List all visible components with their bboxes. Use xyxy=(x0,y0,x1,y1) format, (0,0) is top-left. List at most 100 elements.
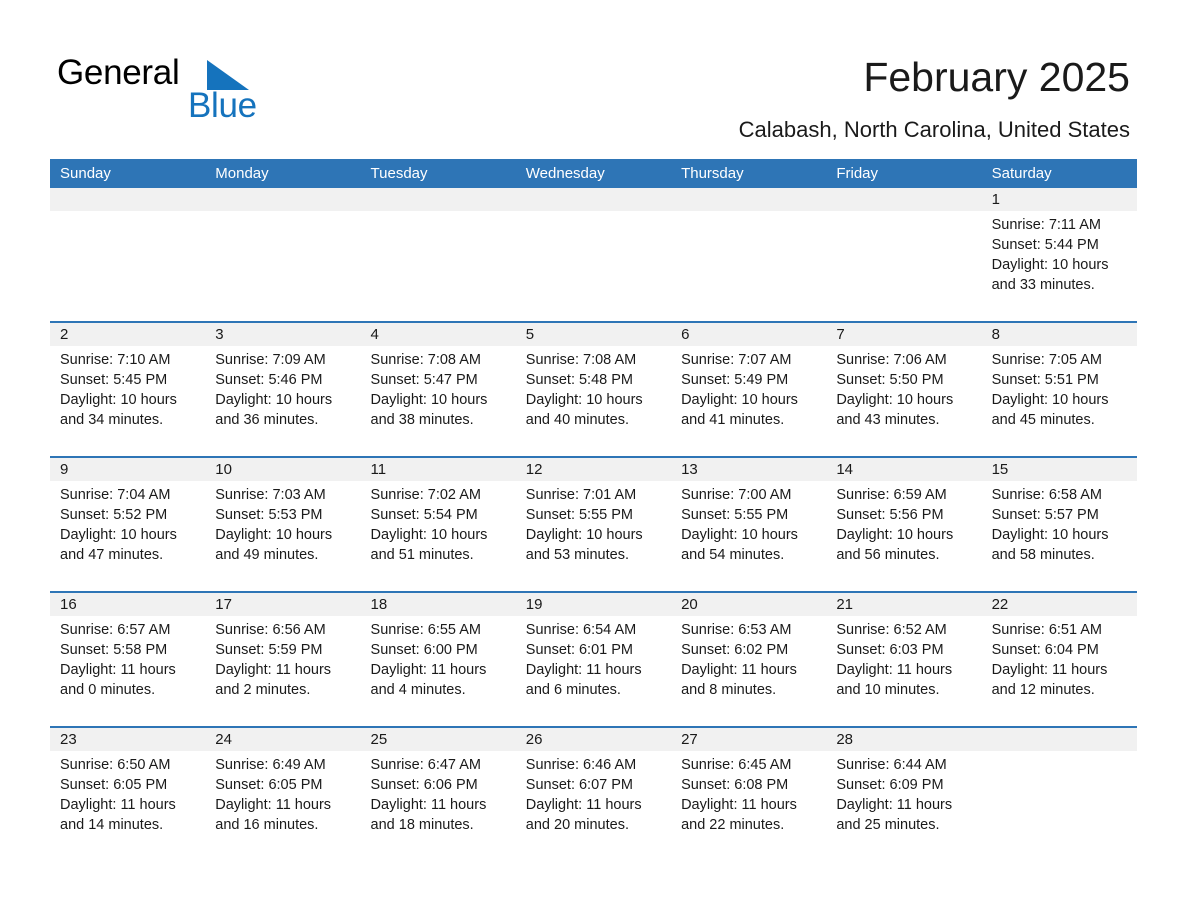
daylight-text: Daylight: 10 hours and 58 minutes. xyxy=(991,527,1109,563)
calendar-day-cell[interactable]: 3 Sunrise: 7:09 AM Sunset: 5:46 PM Daylight… xyxy=(205,323,361,456)
daylight-text: Daylight: 11 hours and 6 minutes. xyxy=(525,662,642,698)
daylight-text: Daylight: 11 hours and 0 minutes. xyxy=(60,662,176,698)
sunset-text: Sunset: 5:53 PM xyxy=(215,507,323,523)
sunrise-text: Sunrise: 7:01 AM xyxy=(525,487,637,503)
day-sun-info: Sunrise: 7:08 AM Sunset: 5:47 PM Daylight:… xyxy=(361,346,516,430)
calendar-day-cell[interactable]: 17 Sunrise: 6:56 AM Sunset: 5:59 PM Dayligh… xyxy=(205,593,361,726)
day-number: 5 xyxy=(515,323,672,346)
daylight-text: Daylight: 10 hours and 56 minutes. xyxy=(836,527,954,563)
sunrise-text: Sunrise: 6:54 AM xyxy=(525,622,637,638)
calendar-day-cell[interactable]: 6 Sunrise: 7:07 AM Sunset: 5:49 PM Daylight… xyxy=(671,323,827,456)
calendar-day-cell[interactable]: 7 Sunrise: 7:06 AM Sunset: 5:50 PM Daylight… xyxy=(826,323,982,456)
sunrise-text: Sunrise: 6:51 AM xyxy=(991,622,1103,638)
calendar-day-cell-empty xyxy=(981,728,1137,861)
calendar-day-cell[interactable]: 14 Sunrise: 6:59 AM Sunset: 5:56 PM Dayligh… xyxy=(826,458,982,591)
day-sun-info: Sunrise: 7:01 AM Sunset: 5:55 PM Daylight:… xyxy=(516,481,671,565)
daylight-text: Daylight: 11 hours and 2 minutes. xyxy=(215,662,332,698)
calendar-day-cell[interactable]: 15 Sunrise: 6:58 AM Sunset: 5:57 PM Dayligh… xyxy=(981,458,1137,591)
day-sun-info: Sunrise: 6:53 AM Sunset: 6:02 PM Daylight:… xyxy=(671,616,826,700)
day-sun-info: Sunrise: 6:58 AM Sunset: 5:57 PM Daylight:… xyxy=(982,481,1137,565)
day-sun-info: Sunrise: 6:47 AM Sunset: 6:06 PM Daylight:… xyxy=(361,751,516,835)
calendar-day-cell[interactable]: 19 Sunrise: 6:54 AM Sunset: 6:01 PM Dayligh… xyxy=(515,593,672,726)
daylight-text: Daylight: 11 hours and 22 minutes. xyxy=(681,797,797,833)
weekday-header-row: Sunday Monday Tuesday Wednesday Thursday Frid… xyxy=(50,159,1137,188)
day-number xyxy=(671,188,827,211)
sunrise-text: Sunrise: 6:44 AM xyxy=(836,757,947,773)
day-number: 17 xyxy=(205,593,361,616)
day-number: 10 xyxy=(205,458,361,481)
daylight-text: Daylight: 11 hours and 12 minutes. xyxy=(991,662,1108,698)
calendar-day-cell[interactable]: 24 Sunrise: 6:49 AM Sunset: 6:05 PM Dayligh… xyxy=(205,728,361,861)
day-number: 19 xyxy=(515,593,672,616)
calendar-day-cell[interactable]: 11 Sunrise: 7:02 AM Sunset: 5:54 PM Dayligh… xyxy=(360,458,516,591)
daylight-text: Daylight: 11 hours and 10 minutes. xyxy=(836,662,953,698)
day-number: 23 xyxy=(50,728,206,751)
calendar-day-cell[interactable]: 2 Sunrise: 7:10 AM Sunset: 5:45 PM Daylight… xyxy=(50,323,206,456)
sunrise-text: Sunrise: 7:06 AM xyxy=(836,352,947,368)
daylight-text: Daylight: 10 hours and 51 minutes. xyxy=(370,527,488,563)
daylight-text: Daylight: 10 hours and 54 minutes. xyxy=(681,527,798,563)
calendar-day-cell[interactable]: 23 Sunrise: 6:50 AM Sunset: 6:05 PM Dayligh… xyxy=(50,728,206,861)
day-sun-info: Sunrise: 7:07 AM Sunset: 5:49 PM Daylight:… xyxy=(671,346,826,430)
day-sun-info: Sunrise: 7:05 AM Sunset: 5:51 PM Daylight:… xyxy=(982,346,1137,430)
day-number: 1 xyxy=(981,188,1137,211)
logo-text-blue: Blue xyxy=(188,86,257,125)
sunrise-text: Sunrise: 7:03 AM xyxy=(215,487,326,503)
calendar-day-cell[interactable]: 18 Sunrise: 6:55 AM Sunset: 6:00 PM Dayligh… xyxy=(360,593,516,726)
sunrise-text: Sunrise: 6:52 AM xyxy=(836,622,947,638)
calendar-day-cell[interactable]: 26 Sunrise: 6:46 AM Sunset: 6:07 PM Dayligh… xyxy=(515,728,672,861)
calendar-day-cell[interactable]: 16 Sunrise: 6:57 AM Sunset: 5:58 PM Dayligh… xyxy=(50,593,206,726)
sunset-text: Sunset: 6:08 PM xyxy=(681,777,789,793)
day-number: 27 xyxy=(671,728,827,751)
sunrise-text: Sunrise: 7:05 AM xyxy=(991,352,1103,368)
calendar-day-cell[interactable]: 28 Sunrise: 6:44 AM Sunset: 6:09 PM Dayligh… xyxy=(826,728,982,861)
calendar-day-cell[interactable]: 4 Sunrise: 7:08 AM Sunset: 5:47 PM Daylight… xyxy=(360,323,516,456)
sunrise-text: Sunrise: 6:53 AM xyxy=(681,622,792,638)
sunset-text: Sunset: 5:44 PM xyxy=(991,237,1099,253)
calendar-day-cell[interactable]: 9 Sunrise: 7:04 AM Sunset: 5:52 PM Daylight… xyxy=(50,458,206,591)
day-sun-info: Sunrise: 6:51 AM Sunset: 6:04 PM Daylight:… xyxy=(982,616,1137,700)
calendar-day-cell[interactable]: 12 Sunrise: 7:01 AM Sunset: 5:55 PM Dayligh… xyxy=(515,458,672,591)
generalblue-logo[interactable]: General Blue xyxy=(57,52,377,125)
day-number: 13 xyxy=(671,458,827,481)
calendar-day-cell[interactable]: 13 Sunrise: 7:00 AM Sunset: 5:55 PM Dayligh… xyxy=(671,458,827,591)
calendar-day-cell[interactable]: 25 Sunrise: 6:47 AM Sunset: 6:06 PM Dayligh… xyxy=(360,728,516,861)
day-sun-info: Sunrise: 6:57 AM Sunset: 5:58 PM Daylight:… xyxy=(50,616,205,700)
calendar-day-cell-empty xyxy=(360,188,516,321)
calendar-day-cell[interactable]: 27 Sunrise: 6:45 AM Sunset: 6:08 PM Dayligh… xyxy=(671,728,827,861)
sunrise-text: Sunrise: 7:08 AM xyxy=(370,352,481,368)
sunrise-text: Sunrise: 6:55 AM xyxy=(370,622,481,638)
calendar-day-cell-empty xyxy=(671,188,827,321)
sunrise-text: Sunrise: 6:49 AM xyxy=(215,757,326,773)
page-title: February 2025 xyxy=(863,54,1130,100)
day-sun-info: Sunrise: 7:00 AM Sunset: 5:55 PM Daylight:… xyxy=(671,481,826,565)
day-sun-info: Sunrise: 6:54 AM Sunset: 6:01 PM Daylight:… xyxy=(516,616,671,700)
calendar-day-cell[interactable]: 5 Sunrise: 7:08 AM Sunset: 5:48 PM Daylight… xyxy=(515,323,672,456)
calendar-day-cell[interactable]: 8 Sunrise: 7:05 AM Sunset: 5:51 PM Daylight… xyxy=(981,323,1137,456)
daylight-text: Daylight: 11 hours and 16 minutes. xyxy=(215,797,332,833)
sunset-text: Sunset: 5:45 PM xyxy=(60,372,168,388)
calendar-day-cell[interactable]: 22 Sunrise: 6:51 AM Sunset: 6:04 PM Dayligh… xyxy=(981,593,1137,726)
calendar-day-cell[interactable]: 10 Sunrise: 7:03 AM Sunset: 5:53 PM Dayligh… xyxy=(205,458,361,591)
weekday-header-tuesday: Tuesday xyxy=(370,165,428,182)
sunrise-text: Sunrise: 7:11 AM xyxy=(991,217,1101,233)
day-number: 11 xyxy=(360,458,516,481)
sunrise-text: Sunrise: 7:09 AM xyxy=(215,352,326,368)
calendar-page: General Blue February 2025 Calabash, Nor… xyxy=(0,0,1188,918)
sunrise-text: Sunrise: 6:59 AM xyxy=(836,487,947,503)
calendar-day-cell-empty xyxy=(205,188,361,321)
day-number xyxy=(50,188,206,211)
sunrise-text: Sunrise: 6:46 AM xyxy=(525,757,637,773)
calendar-day-cell[interactable]: 20 Sunrise: 6:53 AM Sunset: 6:02 PM Dayligh… xyxy=(671,593,827,726)
day-number: 21 xyxy=(826,593,982,616)
day-number: 2 xyxy=(50,323,206,346)
day-number xyxy=(360,188,516,211)
sunset-text: Sunset: 5:52 PM xyxy=(60,507,168,523)
day-sun-info: Sunrise: 6:50 AM Sunset: 6:05 PM Daylight:… xyxy=(50,751,205,835)
calendar-week-row: 9 Sunrise: 7:04 AM Sunset: 5:52 PM Daylight… xyxy=(50,456,1137,591)
day-sun-info: Sunrise: 7:06 AM Sunset: 5:50 PM Daylight:… xyxy=(826,346,981,430)
calendar-week-row: 23 Sunrise: 6:50 AM Sunset: 6:05 PM Dayligh… xyxy=(50,726,1137,861)
sunset-text: Sunset: 5:58 PM xyxy=(60,642,168,658)
calendar-day-cell[interactable]: 21 Sunrise: 6:52 AM Sunset: 6:03 PM Dayligh… xyxy=(826,593,982,726)
calendar-day-cell[interactable]: 1 Sunrise: 7:11 AM Sunset: 5:44 PM Daylight… xyxy=(981,188,1137,321)
